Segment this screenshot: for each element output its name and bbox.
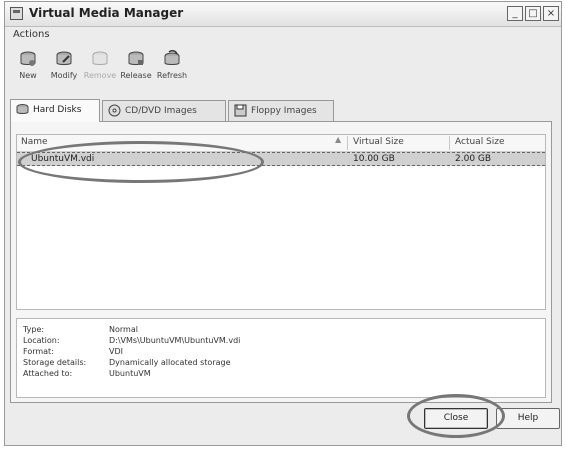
new-button[interactable]: New [11,48,45,92]
modify-button[interactable]: Modify [47,48,81,92]
cd-dvd-icon [108,104,121,117]
window-title: Virtual Media Manager [29,6,184,20]
disk-new-icon [20,51,36,66]
column-name[interactable]: Name [21,137,48,147]
menu-actions[interactable]: Actions [13,29,50,40]
disk-remove-icon [92,51,108,65]
help-button[interactable]: Help [496,408,560,429]
hard-disk-icon [16,104,29,114]
tab-floppy-images[interactable]: Floppy Images [228,100,334,121]
disk-virtual-size: 10.00 GB [353,154,395,164]
tab-cd-dvd-images[interactable]: CD/DVD Images [102,100,226,121]
table-row[interactable]: UbuntuVM.vdi 10.00 GB 2.00 GB [17,152,545,166]
column-actual-size[interactable]: Actual Size [455,137,505,147]
disk-release-icon [128,51,144,65]
column-separator[interactable] [347,136,348,150]
column-separator[interactable] [449,136,450,150]
app-icon [10,7,23,20]
toolbar: New Modify Remove Release Refresh [5,48,561,94]
tab-hard-disks[interactable]: Hard Disks [10,99,100,122]
floppy-icon [234,104,247,117]
list-header: Name ▲ Virtual Size Actual Size [17,135,545,152]
menu-bar: Actions [5,27,561,45]
refresh-button[interactable]: Refresh [155,48,189,92]
minimize-button[interactable]: _ [507,6,523,21]
disk-name: UbuntuVM.vdi [31,154,95,164]
hard-disk-list[interactable]: Name ▲ Virtual Size Actual Size UbuntuVM… [16,134,546,310]
close-window-button[interactable]: × [543,6,559,21]
disk-modify-icon [56,51,72,65]
release-button[interactable]: Release [119,48,153,92]
remove-button[interactable]: Remove [83,48,117,92]
disk-actual-size: 2.00 GB [455,154,492,164]
close-button[interactable]: Close [424,408,488,429]
maximize-button[interactable]: □ [525,6,541,21]
refresh-icon [164,50,180,65]
media-tabs: Hard Disks CD/DVD Images Floppy Images [10,99,550,122]
column-virtual-size[interactable]: Virtual Size [353,137,404,147]
disk-details-panel: Type: Normal Location: D:\VMs\UbuntuVM\U… [16,318,546,398]
title-bar: Virtual Media Manager _ □ × [5,2,561,27]
sort-arrow-icon: ▲ [335,135,342,144]
